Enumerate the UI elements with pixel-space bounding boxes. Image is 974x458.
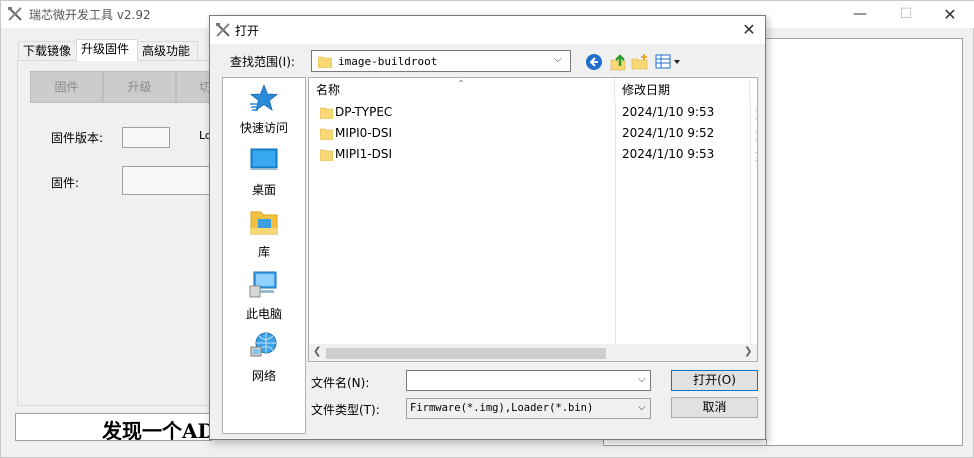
back-arrow-icon[interactable] — [585, 53, 603, 71]
file-name: MIPI1-DSI — [335, 147, 393, 161]
up-folder-icon[interactable] — [609, 53, 627, 71]
horizontal-scrollbar[interactable]: ❮ ❯ — [309, 344, 757, 361]
maximize-button[interactable]: ☐ — [883, 1, 929, 28]
column-header-date[interactable]: 修改日期 — [615, 78, 750, 102]
desktop-icon — [250, 148, 278, 170]
cancel-button[interactable]: 取消 — [671, 397, 758, 418]
chevron-down-icon[interactable]: ⌵ — [638, 374, 646, 385]
firmware-path-label: 固件: — [51, 176, 80, 190]
file-type-combobox[interactable]: Firmware(*.img),Loader(*.bin) ⌵ — [406, 398, 651, 419]
file-date: 2024/1/10 9:53 — [622, 147, 715, 161]
open-file-dialog: 打开 ✕ 查找范围(I): image-buildroot ⌵ 快速访问 桌面 … — [209, 15, 766, 440]
dialog-close-button[interactable]: ✕ — [734, 16, 764, 44]
file-name-label: 文件名(N): — [311, 376, 370, 390]
new-folder-icon[interactable] — [631, 53, 649, 71]
file-date: 2024/1/10 9:53 — [622, 105, 715, 119]
file-name: DP-TYPEC — [335, 105, 393, 119]
dialog-title: 打开 — [235, 24, 260, 38]
upgrade-firmware-panel: 固件 升级 切 固件版本: Lo 固件: — [17, 60, 213, 406]
file-type: 文 — [756, 126, 757, 143]
firmware-path-field — [122, 166, 213, 195]
tab-advanced[interactable]: 高级功能 — [138, 41, 198, 61]
firmware-button[interactable]: 固件 — [30, 71, 103, 103]
file-name-input[interactable] — [406, 370, 651, 391]
device-status-bar: 发现一个ADB设备 — [15, 413, 212, 441]
place-label: 此电脑 — [245, 307, 282, 321]
column-header-type[interactable]: 类 — [750, 78, 757, 102]
places-bar: 快速访问 桌面 库 此电脑 网络 — [222, 77, 306, 434]
place-label: 快速访问 — [239, 121, 288, 135]
scrollbar-thumb[interactable] — [326, 348, 606, 359]
file-type-value: Firmware(*.img),Loader(*.bin) — [410, 402, 594, 414]
main-window-title: 瑞芯微开发工具 v2.92 — [29, 8, 151, 22]
folder-icon — [320, 128, 333, 140]
open-button[interactable]: 打开(O) — [671, 370, 758, 391]
library-icon — [250, 211, 278, 235]
chevron-down-icon[interactable]: ⌵ — [638, 402, 646, 413]
file-name: MIPI0-DSI — [335, 126, 393, 140]
chevron-down-icon[interactable]: ⌵ — [554, 54, 562, 65]
tab-download-image[interactable]: 下载镜像 — [18, 41, 75, 61]
place-quick-access[interactable]: 快速访问 — [223, 82, 305, 142]
file-type-label: 文件类型(T): — [311, 403, 380, 417]
folder-icon — [320, 149, 333, 161]
scroll-right-icon[interactable]: ❯ — [744, 346, 752, 357]
app-tools-icon — [216, 23, 230, 37]
look-in-label: 查找范围(I): — [230, 55, 295, 69]
place-label: 桌面 — [251, 183, 276, 197]
this-pc-icon — [249, 271, 277, 298]
file-row-mipi0-dsi[interactable]: MIPI0-DSI 2024/1/10 9:52 文 — [309, 123, 757, 144]
column-name-label: 名称 — [316, 83, 341, 97]
place-library[interactable]: 库 — [223, 206, 305, 266]
file-date: 2024/1/10 9:52 — [622, 126, 715, 140]
dialog-titlebar: 打开 ✕ — [210, 16, 765, 44]
file-type: 文 — [756, 105, 757, 122]
minimize-button[interactable]: — — [837, 1, 883, 28]
tab-upgrade-firmware[interactable]: 升级固件 — [76, 39, 138, 61]
app-tools-icon — [8, 7, 22, 21]
firmware-version-field — [122, 127, 170, 148]
place-network[interactable]: 网络 — [223, 330, 305, 390]
file-row-mipi1-dsi[interactable]: MIPI1-DSI 2024/1/10 9:53 文 — [309, 144, 757, 165]
scroll-left-icon[interactable]: ❮ — [313, 346, 321, 357]
firmware-version-label: 固件版本: — [51, 131, 104, 145]
look-in-combobox[interactable]: image-buildroot ⌵ — [311, 50, 571, 72]
look-in-value: image-buildroot — [338, 55, 438, 68]
place-desktop[interactable]: 桌面 — [223, 144, 305, 204]
view-menu-icon[interactable] — [655, 53, 683, 71]
file-list-view: 名称 ⌃ 修改日期 类 DP-TYPEC 2024/1/10 9:53 文 MI… — [308, 77, 758, 362]
file-row-dp-typec[interactable]: DP-TYPEC 2024/1/10 9:53 文 — [309, 102, 757, 123]
close-button[interactable]: ✕ — [927, 1, 973, 28]
log-panel — [766, 38, 963, 446]
network-icon — [250, 332, 277, 357]
log-panel-edge — [603, 439, 767, 446]
folder-icon — [318, 56, 332, 68]
quick-access-star-icon — [249, 83, 279, 111]
switch-button[interactable]: 切 — [176, 71, 213, 103]
upgrade-button[interactable]: 升级 — [103, 71, 176, 103]
place-label: 库 — [257, 245, 270, 259]
sort-up-icon: ⌃ — [457, 79, 466, 90]
column-header-name[interactable]: 名称 ⌃ — [309, 78, 615, 102]
place-this-pc[interactable]: 此电脑 — [223, 268, 305, 328]
place-label: 网络 — [251, 369, 276, 383]
file-type: 文 — [756, 147, 757, 164]
device-status-text: 发现一个ADB设备 — [102, 419, 212, 441]
folder-icon — [320, 107, 333, 119]
